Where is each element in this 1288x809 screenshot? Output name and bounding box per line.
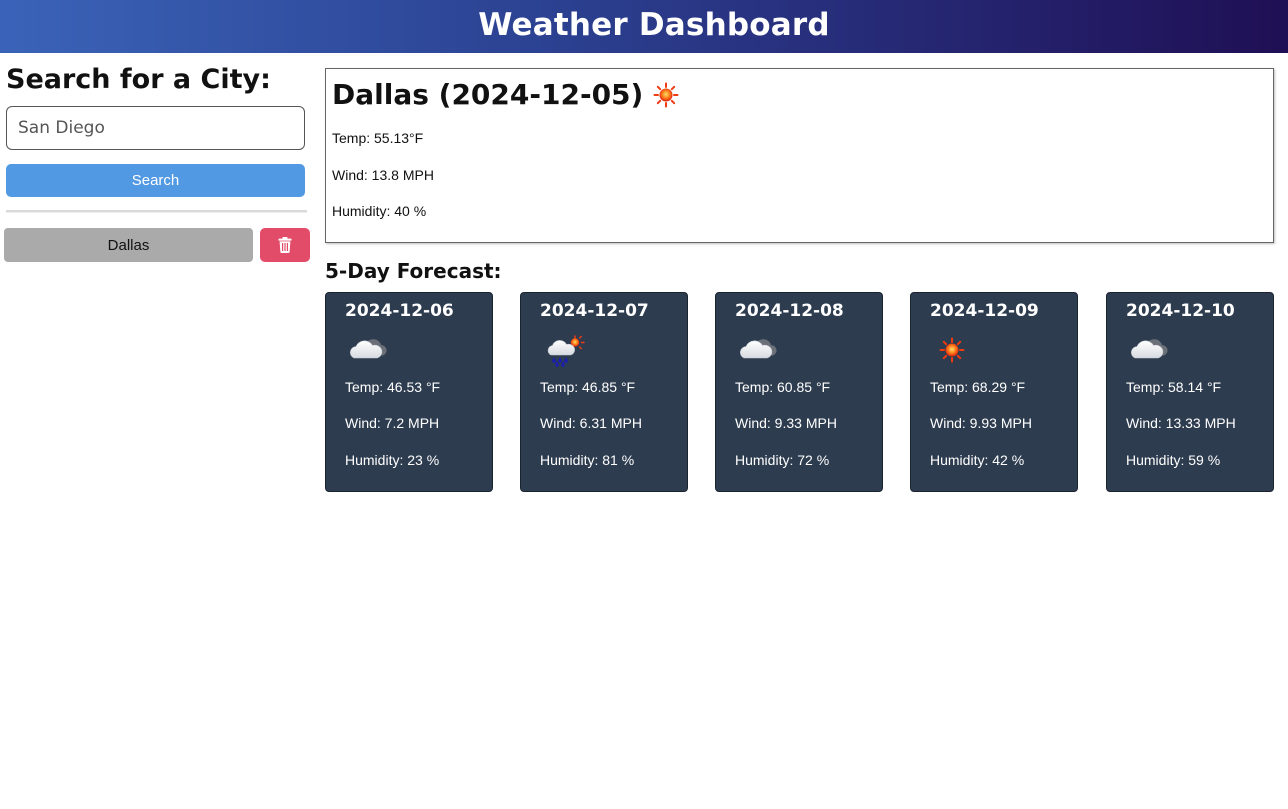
search-heading: Search for a City: — [6, 64, 271, 95]
current-weather-card: Dallas (2024-12-05) Temp: 55.13°F Wind: … — [325, 68, 1274, 243]
cloud-icon — [1125, 333, 1173, 365]
sidebar: Search for a City: Search Dallas — [0, 53, 316, 809]
forecast-card: 2024-12-10 Temp: 58.14 °F Wind: 13.33 MP… — [1106, 292, 1274, 492]
current-city-title: Dallas (2024-12-05) — [332, 78, 644, 111]
city-search-input[interactable] — [6, 106, 305, 150]
rain-sun-icon — [543, 335, 591, 367]
forecast-date: 2024-12-07 — [540, 301, 649, 321]
forecast-wind: Wind: 9.33 MPH — [735, 415, 837, 431]
forecast-humidity: Humidity: 72 % — [735, 452, 830, 468]
forecast-date: 2024-12-08 — [735, 301, 844, 321]
forecast-date: 2024-12-06 — [345, 301, 454, 321]
history-city-button[interactable]: Dallas — [4, 228, 253, 262]
forecast-humidity: Humidity: 81 % — [540, 452, 635, 468]
forecast-temp: Temp: 46.53 °F — [345, 379, 441, 395]
forecast-wind: Wind: 7.2 MPH — [345, 415, 440, 431]
forecast-heading: 5-Day Forecast: — [325, 259, 502, 283]
sun-icon — [939, 337, 965, 363]
cloud-icon — [344, 333, 392, 365]
forecast-humidity: Humidity: 23 % — [345, 452, 440, 468]
forecast-card: 2024-12-06 Temp: 46.53 °F Wind: 7.2 MPH … — [325, 292, 493, 492]
forecast-date: 2024-12-09 — [930, 301, 1039, 321]
current-temp: Temp: 55.13°F — [332, 130, 424, 146]
search-button[interactable]: Search — [6, 164, 305, 197]
forecast-card: 2024-12-09 Temp: 68.29 °F Wind: 9.93 MPH… — [910, 292, 1078, 492]
history-item: Dallas — [4, 228, 310, 262]
trash-icon — [278, 237, 292, 253]
app-title: Weather Dashboard — [478, 6, 830, 43]
sun-icon — [653, 82, 679, 108]
cloud-icon — [734, 333, 782, 365]
forecast-card: 2024-12-08 Temp: 60.85 °F Wind: 9.33 MPH… — [715, 292, 883, 492]
sidebar-divider — [6, 210, 307, 213]
forecast-wind: Wind: 6.31 MPH — [540, 415, 642, 431]
current-humidity: Humidity: 40 % — [332, 203, 427, 219]
forecast-temp: Temp: 60.85 °F — [735, 379, 831, 395]
current-wind: Wind: 13.8 MPH — [332, 167, 434, 183]
forecast-temp: Temp: 58.14 °F — [1126, 379, 1222, 395]
forecast-humidity: Humidity: 42 % — [930, 452, 1025, 468]
forecast-card: 2024-12-07 Temp: 46.85 °F Wind: 6.31 MPH… — [520, 292, 688, 492]
delete-history-button[interactable] — [260, 228, 310, 262]
forecast-wind: Wind: 13.33 MPH — [1126, 415, 1236, 431]
app-header: Weather Dashboard — [0, 0, 1288, 53]
current-title-row: Dallas (2024-12-05) — [332, 78, 679, 111]
forecast-temp: Temp: 68.29 °F — [930, 379, 1026, 395]
forecast-wind: Wind: 9.93 MPH — [930, 415, 1032, 431]
forecast-humidity: Humidity: 59 % — [1126, 452, 1221, 468]
forecast-temp: Temp: 46.85 °F — [540, 379, 636, 395]
forecast-date: 2024-12-10 — [1126, 301, 1235, 321]
